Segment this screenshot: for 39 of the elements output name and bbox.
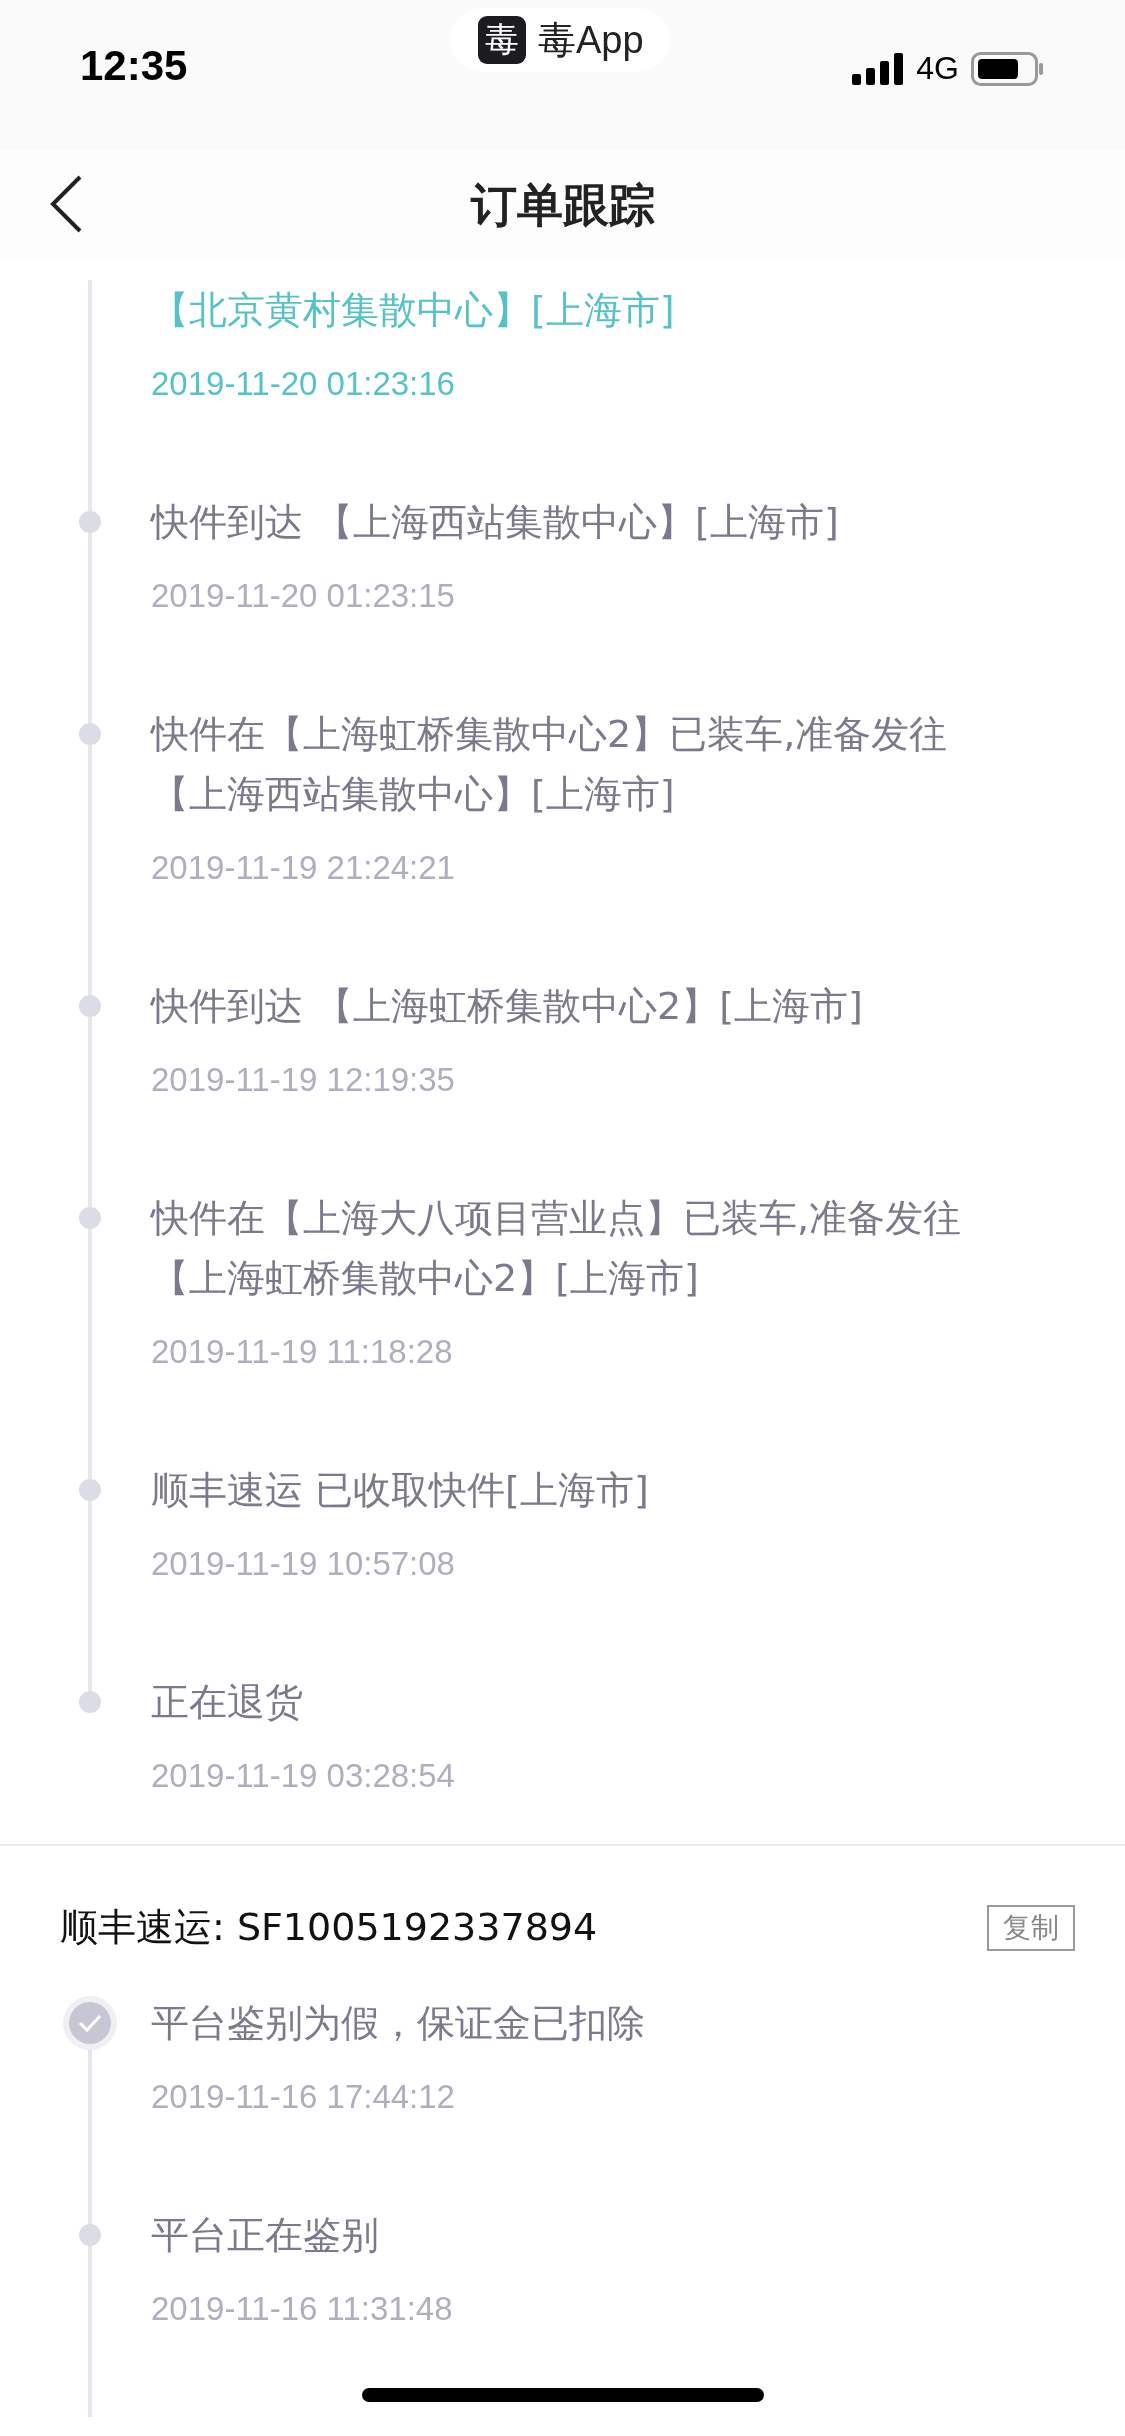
copy-button[interactable]: 复制 <box>987 1904 1075 1951</box>
tracking-text: 快件到达 【上海西站集散中心】[上海市] <box>151 499 840 546</box>
app-icon: 毒 <box>478 16 526 64</box>
tracking-text: 【上海虹桥集散中心2】[上海市] <box>151 1255 700 1302</box>
tracking-text: 正在退货 <box>151 1679 304 1726</box>
timeline-dot <box>79 1207 101 1229</box>
timeline-dot <box>79 995 101 1017</box>
tracking-time: 2019-11-20 01:23:15 <box>151 576 456 616</box>
tracking-time: 2019-11-19 03:28:54 <box>151 1756 456 1796</box>
timeline-dot <box>79 1691 101 1713</box>
battery-icon <box>971 51 1045 86</box>
network-label: 4G <box>916 50 959 87</box>
check-icon <box>62 1995 118 2051</box>
tracking-time: 2019-11-19 10:57:08 <box>151 1544 456 1584</box>
signal-icon <box>852 52 905 85</box>
timeline-dot <box>79 511 101 533</box>
tracking-number: 顺丰速运: SF1005192337894 <box>60 1904 598 1951</box>
tracking-text: 快件在【上海大八项目营业点】已装车,准备发往 <box>151 1195 963 1242</box>
tracking-time: 2019-11-20 01:23:16 <box>151 364 456 404</box>
timeline-dot <box>79 723 101 745</box>
tracking-time: 2019-11-16 17:44:12 <box>151 2077 456 2117</box>
status-time: 12:35 <box>80 42 188 90</box>
tracking-time: 2019-11-19 12:19:35 <box>151 1060 456 1100</box>
timeline-dot <box>79 2224 101 2246</box>
app-badge[interactable]: 毒 毒App <box>450 8 670 72</box>
tracking-text: 【上海西站集散中心】[上海市] <box>151 771 676 818</box>
tracking-text: 快件在【上海虹桥集散中心2】已装车,准备发往 <box>151 711 949 758</box>
tracking-time: 2019-11-16 11:31:48 <box>151 2289 454 2329</box>
tracking-time: 2019-11-19 11:18:28 <box>151 1332 454 1372</box>
tracking-text: 【北京黄村集散中心】[上海市] <box>151 287 676 334</box>
back-icon <box>48 174 84 234</box>
page-title: 订单跟踪 <box>470 177 655 234</box>
tracking-text: 平台鉴别为假，保证金已扣除 <box>151 2000 646 2047</box>
tracking-text: 快件到达 【上海虹桥集散中心2】[上海市] <box>151 983 864 1030</box>
back-button[interactable] <box>48 174 84 234</box>
tracking-text: 顺丰速运 已收取快件[上海市] <box>151 1467 650 1514</box>
timeline-dot <box>79 1479 101 1501</box>
tracking-time: 2019-11-19 21:24:21 <box>151 848 456 888</box>
tracking-text: 平台正在鉴别 <box>151 2212 380 2259</box>
